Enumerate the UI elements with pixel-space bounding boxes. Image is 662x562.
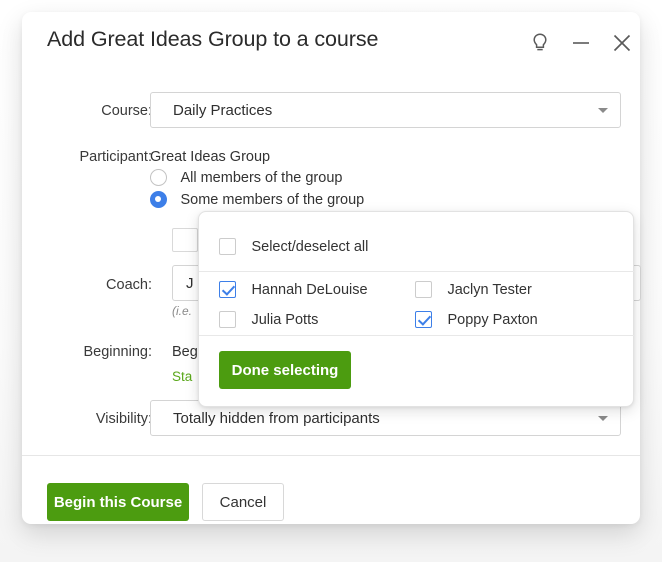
chevron-down-icon <box>598 416 608 421</box>
radio-some-members-label: Some members of the group <box>180 191 365 208</box>
visibility-select-value: Totally hidden from participants <box>173 410 380 427</box>
radio-all-members[interactable] <box>150 169 167 187</box>
course-select-value: Daily Practices <box>173 102 273 119</box>
beginning-value: Beg <box>172 344 198 360</box>
member-checkbox-3[interactable] <box>415 311 432 329</box>
select-deselect-all-row[interactable]: Select/deselect all <box>219 238 368 256</box>
visibility-label: Visibility: <box>95 411 152 427</box>
member-label-1: Jaclyn Tester <box>447 281 532 298</box>
select-all-label: Select/deselect all <box>251 238 369 255</box>
begin-this-course-button[interactable]: Begin this Course <box>47 483 189 521</box>
course-label: Course: <box>101 103 152 119</box>
member-label-0: Hannah DeLouise <box>251 281 368 298</box>
screen: Add Great Ideas Group to a course Course… <box>0 0 662 562</box>
member-checkbox-1[interactable] <box>415 281 432 299</box>
member-checkbox-2[interactable] <box>219 311 236 329</box>
member-row-3[interactable]: Poppy Paxton <box>415 311 538 329</box>
participant-group-name: Great Ideas Group <box>150 149 271 165</box>
popup-divider-bottom <box>199 335 635 336</box>
coach-input-value: J <box>186 275 194 292</box>
close-icon[interactable] <box>609 30 635 56</box>
participant-label: Participant: <box>79 149 152 165</box>
coach-label: Coach: <box>106 277 152 293</box>
dialog-window: Add Great Ideas Group to a course Course… <box>22 12 641 524</box>
minimize-icon[interactable] <box>568 30 594 56</box>
chevron-down-icon <box>598 108 608 113</box>
member-label-3: Poppy Paxton <box>447 311 538 328</box>
radio-option-all-members[interactable]: All members of the group <box>150 169 342 187</box>
cancel-button[interactable]: Cancel <box>202 483 284 521</box>
coach-hint: (i.e. <box>172 304 193 318</box>
radio-some-members[interactable] <box>150 191 167 209</box>
dialog-title: Add Great Ideas Group to a course <box>47 27 379 51</box>
member-row-0[interactable]: Hannah DeLouise <box>219 281 368 299</box>
popup-divider-top <box>199 271 635 272</box>
radio-option-some-members[interactable]: Some members of the group <box>150 191 364 209</box>
help-lightbulb-icon[interactable] <box>527 30 553 56</box>
select-all-checkbox[interactable] <box>219 238 236 256</box>
member-label-2: Julia Potts <box>251 311 319 328</box>
dialog-footer: Begin this Course Cancel <box>22 456 640 524</box>
course-select[interactable]: Daily Practices <box>150 92 621 128</box>
beginning-label: Beginning: <box>83 344 152 360</box>
member-picker-field[interactable] <box>172 228 198 252</box>
member-select-popup: Select/deselect all Hannah DeLouise Jacl… <box>198 211 635 407</box>
beginning-start-link[interactable]: Sta <box>172 369 192 384</box>
member-row-2[interactable]: Julia Potts <box>219 311 318 329</box>
radio-all-members-label: All members of the group <box>180 169 343 186</box>
member-checkbox-0[interactable] <box>219 281 236 299</box>
done-selecting-button[interactable]: Done selecting <box>219 351 351 389</box>
member-row-1[interactable]: Jaclyn Tester <box>415 281 532 299</box>
title-bar: Add Great Ideas Group to a course <box>22 12 640 70</box>
